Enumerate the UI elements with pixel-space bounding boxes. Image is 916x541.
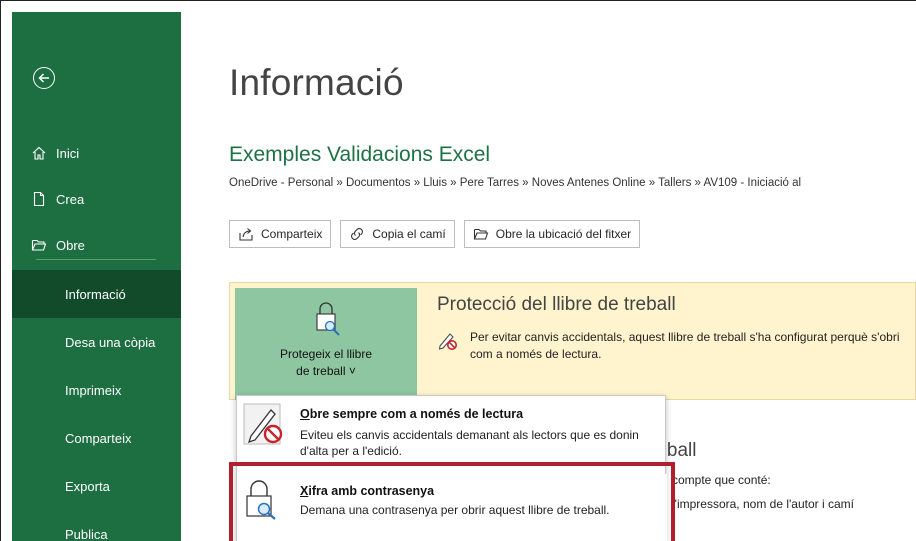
menu-item-title-rest: bre sempre com a només de lectura: [309, 407, 524, 421]
sidebar-top-nav: Inici Crea Obre: [12, 130, 181, 268]
sidebar-divider: [36, 259, 156, 260]
protect-workbook-button[interactable]: Protegeix el llibre de treball ˅: [235, 288, 417, 400]
sidebar-item-publica[interactable]: Publica: [12, 510, 181, 541]
protect-workbook-label-line2: de treball ˅: [296, 364, 356, 378]
pencil-no-edit-icon: [243, 400, 293, 457]
protect-workbook-menu: Obre sempre com a només de lectura Evite…: [236, 395, 667, 541]
backstage-sidebar: Inici Crea Obre Informació Desa una còpi…: [12, 12, 181, 541]
home-icon: [30, 144, 48, 162]
sidebar-item-label: Crea: [56, 191, 85, 207]
protect-workbook-label-line1: Protegeix el llibre: [279, 347, 373, 361]
open-folder-icon: [472, 226, 490, 242]
sidebar-item-label: Obre: [56, 237, 85, 253]
link-icon: [348, 226, 366, 242]
lock-key-icon: [314, 300, 340, 341]
properties-line-1: compte que conté:: [672, 473, 771, 487]
mnemonic-letter: O: [300, 407, 310, 421]
sidebar-item-label: Inici: [56, 145, 80, 161]
back-arrow-circle-icon[interactable]: [33, 67, 55, 89]
copy-path-button[interactable]: Copia el camí: [340, 220, 455, 248]
protect-workbook-label: Protegeix el llibre de treball ˅: [235, 346, 417, 380]
open-folder-icon: [30, 236, 48, 254]
sidebar-item-imprimeix[interactable]: Imprimeix: [12, 366, 181, 414]
protection-title: Protecció del llibre de treball: [437, 294, 676, 315]
document-name: Exemples Validacions Excel: [229, 143, 491, 166]
sidebar-item-inici[interactable]: Inici: [12, 130, 181, 176]
file-actions-bar: Comparteix Copia el camí Obre la ubicaci…: [229, 220, 641, 248]
share-button-label: Comparteix: [261, 227, 323, 241]
menu-item-always-open-read-only[interactable]: Obre sempre com a només de lectura Evite…: [237, 396, 667, 466]
menu-item-encrypt-with-password[interactable]: Xifra amb contrasenya Demana una contras…: [237, 474, 667, 541]
new-document-icon: [30, 190, 48, 208]
menu-item-title: Obre sempre com a només de lectura: [300, 407, 523, 421]
open-file-location-button[interactable]: Obre la ubicació del fitxer: [463, 220, 641, 248]
menu-item-description: Eviteu els canvis accidentals demanant a…: [300, 428, 639, 458]
open-file-location-label: Obre la ubicació del fitxer: [495, 227, 632, 241]
sidebar-bottom-nav: Informació Desa una còpia Imprimeix Comp…: [12, 270, 181, 541]
protection-description: Per evitar canvis accidentals, aquest ll…: [470, 330, 900, 361]
menu-item-title: Xifra amb contrasenya: [300, 484, 434, 498]
sidebar-item-exporta[interactable]: Exporta: [12, 462, 181, 510]
sidebar-item-informacio[interactable]: Informació: [12, 270, 181, 318]
sidebar-item-comparteix[interactable]: Comparteix: [12, 414, 181, 462]
sidebar-item-desa-una-copia[interactable]: Desa una còpia: [12, 318, 181, 366]
pencil-no-edit-icon: [437, 331, 459, 356]
properties-line-2: l'impressora, nom de l'autor i camí: [672, 497, 854, 511]
sidebar-item-obre[interactable]: Obre: [12, 222, 181, 268]
sidebar-item-crea[interactable]: Crea: [12, 176, 181, 222]
page-title: Informació: [229, 62, 404, 103]
menu-item-description: Demana una contrasenya per obrir aquest …: [300, 503, 610, 517]
file-path-breadcrumb: OneDrive - Personal » Documentos » Lluis…: [229, 177, 802, 189]
menu-item-title-rest: ifra amb contrasenya: [308, 484, 435, 498]
lock-key-icon: [243, 478, 277, 525]
share-icon: [237, 226, 255, 242]
share-button[interactable]: Comparteix: [229, 220, 332, 248]
copy-path-button-label: Copia el camí: [372, 227, 446, 241]
